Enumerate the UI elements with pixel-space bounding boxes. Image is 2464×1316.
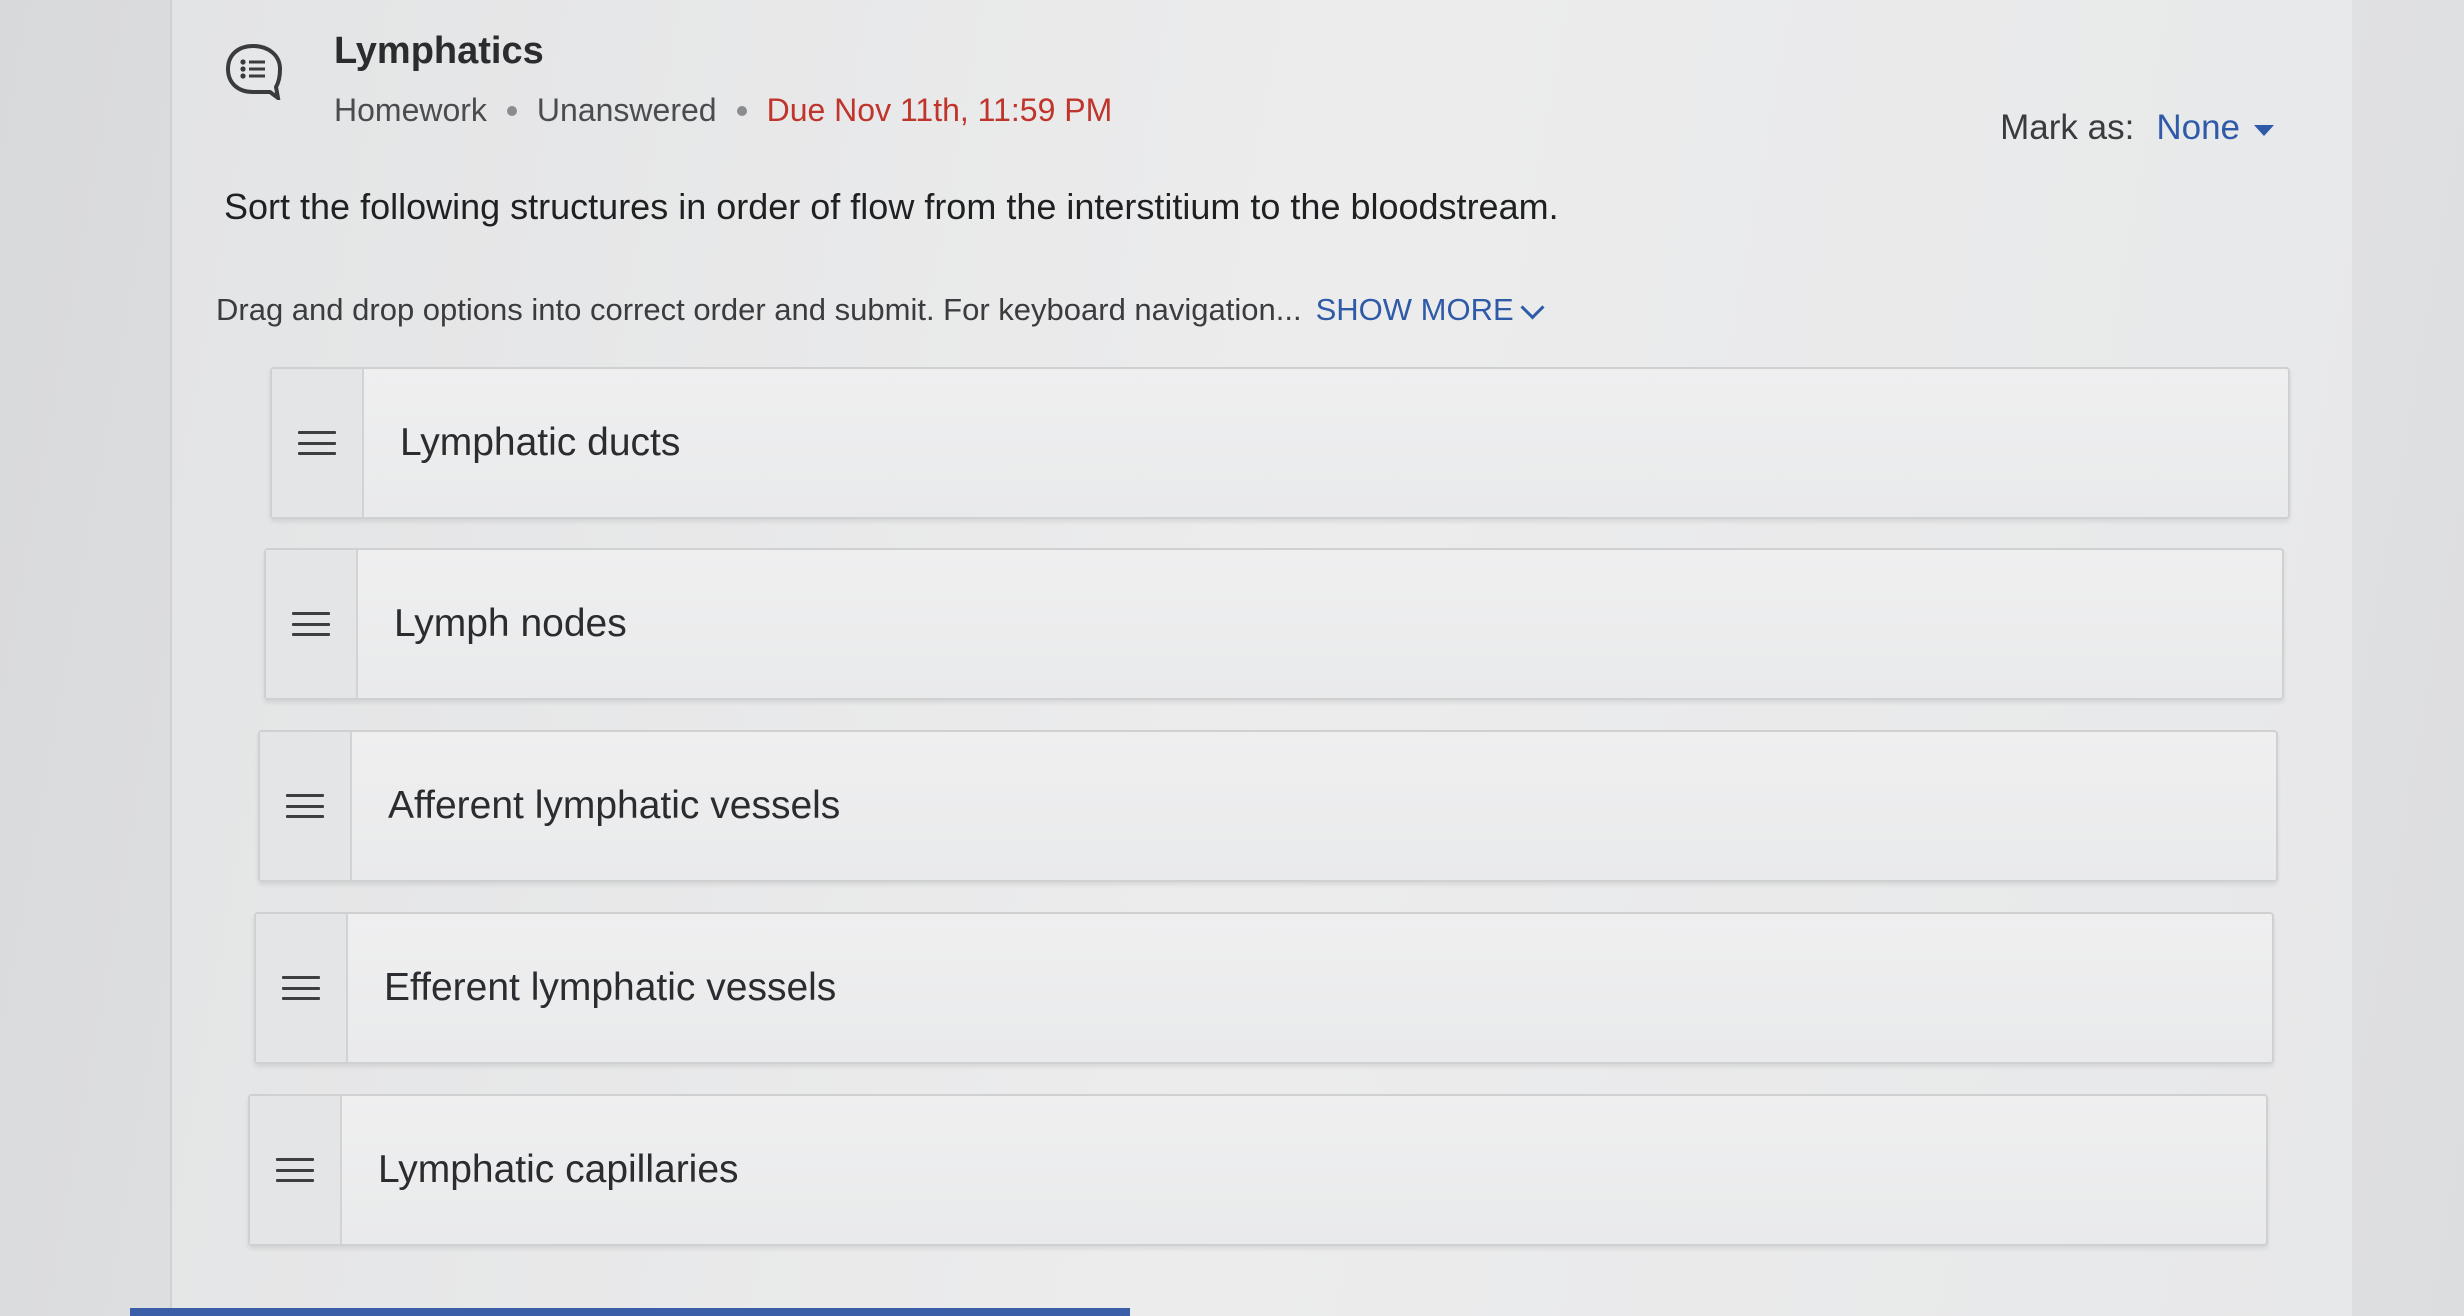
sortable-item[interactable]: Afferent lymphatic vessels xyxy=(258,730,2278,882)
drag-handle-icon[interactable] xyxy=(256,914,348,1062)
sortable-item-label: Lymphatic capillaries xyxy=(378,1148,739,1191)
sortable-item[interactable]: Lymph nodes xyxy=(264,548,2284,700)
drag-handle-icon[interactable] xyxy=(260,732,352,880)
drag-handle-icon[interactable] xyxy=(266,550,358,698)
drag-handle-icon[interactable] xyxy=(250,1096,342,1244)
sortable-item[interactable]: Efferent lymphatic vessels xyxy=(254,912,2274,1064)
sortable-item-label: Efferent lymphatic vessels xyxy=(384,966,837,1009)
sortable-item-label: Afferent lymphatic vessels xyxy=(388,784,841,827)
sortable-item[interactable]: Lymphatic capillaries xyxy=(248,1094,2268,1246)
sortable-item-label: Lymph nodes xyxy=(394,602,627,645)
sortable-list: Lymphatic ducts Lymph nodes Afferent lym… xyxy=(0,0,2464,1316)
page: Lymphatics Homework Unanswered Due Nov 1… xyxy=(0,0,2464,1316)
sortable-item[interactable]: Lymphatic ducts xyxy=(270,367,2290,519)
sortable-item-label: Lymphatic ducts xyxy=(400,421,681,464)
bottom-accent-bar xyxy=(130,1308,1130,1316)
drag-handle-icon[interactable] xyxy=(272,369,364,517)
